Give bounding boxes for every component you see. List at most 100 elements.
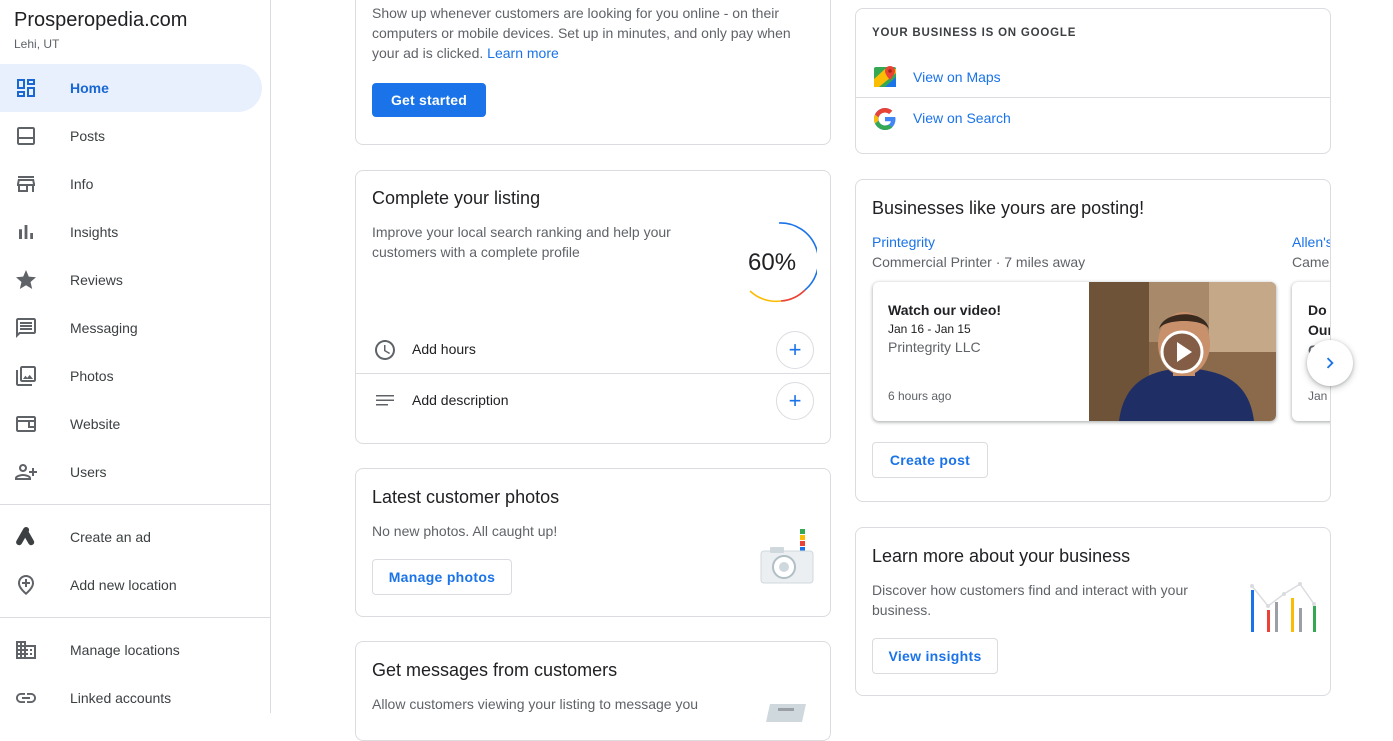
posting-title: Businesses like yours are posting!: [872, 198, 1145, 218]
add-location-icon: [18, 575, 34, 595]
customer-photos-card: Latest customer photos No new photos. Al…: [355, 468, 831, 617]
sidebar-item-add-location[interactable]: Add new location: [0, 561, 262, 609]
on-google-card: YOUR BUSINESS IS ON GOOGLE View on Maps …: [855, 8, 1331, 154]
row-divider: [356, 373, 830, 374]
add-description-button[interactable]: +: [776, 382, 814, 420]
message-icon: [16, 318, 36, 338]
bar-chart-icon: [19, 225, 33, 239]
sidebar-item-messaging[interactable]: Messaging: [0, 304, 262, 352]
star-icon: [16, 270, 36, 289]
chevron-right-icon: [1326, 357, 1334, 369]
add-hours-button[interactable]: +: [776, 331, 814, 369]
sidebar-divider: [0, 617, 270, 618]
ads-text: Show up whenever customers are looking f…: [372, 5, 791, 61]
sidebar-item-website[interactable]: Website: [0, 400, 262, 448]
manage-photos-button[interactable]: Manage photos: [372, 559, 512, 595]
sidebar-item-label: Reviews: [70, 272, 123, 288]
carousel-next-button[interactable]: [1307, 340, 1353, 386]
sidebar-item-posts[interactable]: Posts: [0, 112, 262, 160]
post-card[interactable]: Watch our video! Jan 16 - Jan 15 Printeg…: [873, 282, 1276, 421]
business-location: Lehi, UT: [14, 37, 60, 51]
building-icon: [16, 641, 36, 659]
storefront-icon: [17, 176, 35, 192]
sidebar-item-label: Website: [70, 416, 121, 432]
listing-title: Complete your listing: [372, 188, 541, 208]
view-on-maps-link[interactable]: View on Maps: [913, 69, 1001, 85]
sidebar-item-label: Home: [70, 80, 109, 96]
description-icon: [376, 395, 394, 406]
sidebar-item-label: Manage locations: [70, 642, 180, 658]
businesses-posting-card: Businesses like yours are posting! Print…: [855, 179, 1331, 502]
sidebar-item-users[interactable]: Users: [0, 448, 262, 496]
business-meta: Commercial Printer · 7 miles away: [872, 254, 1086, 270]
sidebar-item-label: Info: [70, 176, 94, 192]
sidebar-item-label: Create an ad: [70, 529, 151, 545]
play-icon[interactable]: [1160, 330, 1204, 374]
camera-illustration-icon: [760, 529, 814, 584]
message-illustration-icon: [766, 704, 806, 722]
view-insights-button[interactable]: View insights: [872, 638, 998, 674]
sidebar-item-info[interactable]: Info: [0, 160, 262, 208]
sidebar-divider: [0, 504, 270, 505]
get-started-button[interactable]: Get started: [372, 83, 486, 117]
add-user-icon: [15, 464, 37, 480]
photos-title: Latest customer photos: [372, 487, 560, 507]
learn-more-link[interactable]: Learn more: [487, 45, 559, 61]
sidebar-item-label: Posts: [70, 128, 106, 144]
link-icon: [16, 693, 36, 703]
create-post-button[interactable]: Create post: [872, 442, 988, 478]
posts-icon: [17, 127, 35, 145]
dashboard-icon: [17, 79, 35, 97]
view-on-maps-row[interactable]: View on Maps: [856, 57, 1330, 97]
business-meta-2: Camer: [1292, 254, 1331, 270]
listing-description: Improve your local search ranking and he…: [372, 224, 671, 260]
add-hours-row[interactable]: Add hours +: [356, 326, 830, 374]
photos-icon: [16, 366, 36, 386]
sidebar-item-linked-accounts[interactable]: Linked accounts: [0, 674, 262, 722]
google-g-icon: [874, 108, 896, 130]
insights-chart-illustration-icon: [1250, 582, 1316, 632]
clock-icon: [375, 340, 395, 360]
view-on-search-link[interactable]: View on Search: [913, 110, 1011, 126]
complete-listing-card: Complete your listing Improve your local…: [355, 170, 831, 444]
sidebar-item-label: Linked accounts: [70, 690, 172, 706]
insights-description: Discover how customers find and interact…: [872, 582, 1188, 618]
add-description-row[interactable]: Add description +: [356, 377, 830, 425]
post2-time: Jan: [1308, 389, 1328, 403]
ads-card: Show up whenever customers are looking f…: [355, 0, 831, 145]
ads-description: Show up whenever customers are looking f…: [372, 3, 812, 63]
messages-card: Get messages from customers Allow custom…: [355, 641, 831, 741]
sidebar-item-label: Users: [70, 464, 107, 480]
sidebar-item-photos[interactable]: Photos: [0, 352, 262, 400]
insights-title: Learn more about your business: [872, 546, 1131, 566]
view-on-search-row[interactable]: View on Search: [856, 98, 1330, 138]
post2-line2: Our: [1308, 322, 1331, 338]
post2-line1: Do y: [1308, 302, 1330, 318]
sidebar-item-home[interactable]: Home: [0, 64, 262, 112]
business-name: Prosperopedia.com: [14, 9, 188, 31]
sidebar: Prosperopedia.com Lehi, UT Home Posts In…: [0, 0, 271, 713]
post-dates: Jan 16 - Jan 15: [888, 322, 971, 336]
post-title: Watch our video!: [888, 302, 1002, 318]
business-link-printegrity[interactable]: Printegrity: [872, 234, 935, 250]
photos-description: No new photos. All caught up!: [372, 523, 558, 539]
on-google-heading: YOUR BUSINESS IS ON GOOGLE: [872, 27, 1077, 39]
post-author: Printegrity LLC: [888, 339, 981, 355]
sidebar-item-reviews[interactable]: Reviews: [0, 256, 262, 304]
google-ads-icon: [16, 526, 35, 546]
sidebar-item-label: Messaging: [70, 320, 138, 336]
sidebar-item-label: Add new location: [70, 577, 177, 593]
sidebar-item-label: Insights: [70, 224, 119, 240]
sidebar-item-create-ad[interactable]: Create an ad: [0, 513, 262, 561]
website-icon: [16, 416, 36, 432]
post-time: 6 hours ago: [888, 389, 952, 403]
business-link-allens[interactable]: Allen's: [1292, 234, 1330, 250]
google-maps-icon: [874, 66, 896, 87]
messages-title: Get messages from customers: [372, 660, 618, 680]
insights-card: Learn more about your business Discover …: [855, 527, 1331, 696]
sidebar-item-label: Photos: [70, 368, 114, 384]
sidebar-item-insights[interactable]: Insights: [0, 208, 262, 256]
messages-description: Allow customers viewing your listing to …: [372, 696, 699, 712]
add-description-label: Add description: [412, 392, 509, 408]
sidebar-item-manage-locations[interactable]: Manage locations: [0, 626, 262, 674]
